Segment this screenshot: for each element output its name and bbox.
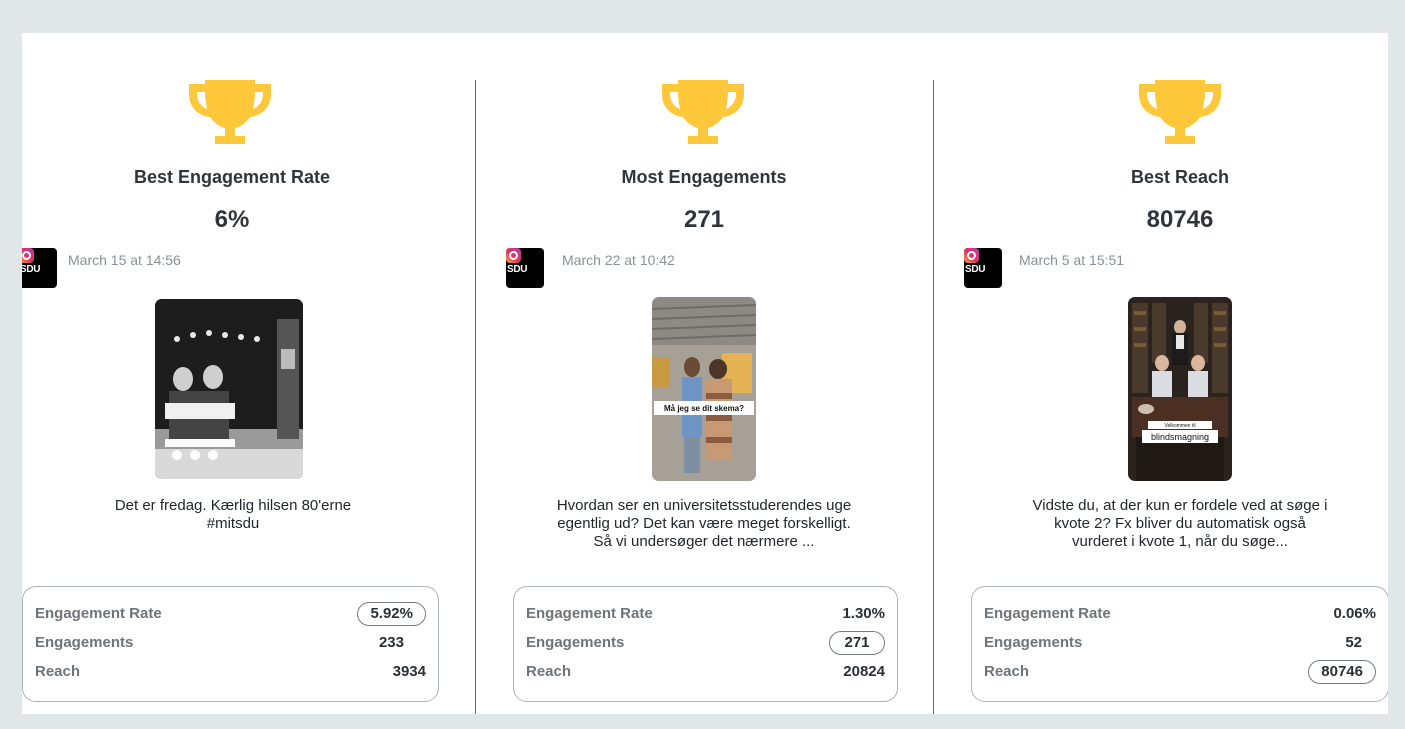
- instagram-icon: [506, 248, 521, 263]
- card-value: 6%: [214, 206, 250, 233]
- top-posts-panel: Best Engagement Rate 6% SDU March 15 at …: [22, 33, 1388, 714]
- card-title: Best Engagement Rate: [133, 167, 331, 187]
- stat-value: 1.30%: [842, 605, 885, 622]
- card-title: Best Reach: [1130, 167, 1230, 187]
- thumbnail-image: Må jeg se dit skema?: [652, 297, 756, 481]
- stat-label: Reach: [35, 663, 81, 680]
- post-date: March 15 at 14:56: [68, 252, 181, 268]
- post-thumbnail[interactable]: Må jeg se dit skema?: [652, 297, 756, 481]
- stat-row-reach: Reach 3934: [35, 661, 426, 683]
- stat-label: Engagements: [984, 634, 1083, 651]
- post-thumbnail[interactable]: [155, 299, 303, 479]
- thumbnail-text-small: Velkommen til: [1164, 423, 1195, 429]
- column-divider: [933, 80, 934, 714]
- thumbnail-text: blindsmagning: [1151, 432, 1209, 442]
- trophy-icon: [1139, 80, 1221, 144]
- stat-row-engagement-rate: Engagement Rate 1.30%: [526, 603, 885, 625]
- stat-label: Reach: [526, 663, 572, 680]
- post-caption: Hvordan ser en universitetsstuderendes u…: [556, 497, 852, 550]
- stat-value-highlighted: 5.92%: [357, 602, 426, 626]
- stats-box: Engagement Rate 5.92% Engagements 233 Re…: [22, 586, 439, 702]
- trophy-icon: [662, 80, 744, 144]
- avatar[interactable]: SDU: [506, 248, 544, 288]
- post-thumbnail[interactable]: Velkommen til blindsmagning: [1128, 297, 1232, 481]
- stat-row-reach: Reach 80746: [984, 660, 1376, 684]
- stat-row-engagements: Engagements 233: [35, 632, 426, 654]
- stat-label: Engagement Rate: [984, 605, 1111, 622]
- stat-value: 52: [1345, 634, 1362, 651]
- stat-label: Engagement Rate: [526, 605, 653, 622]
- card-value: 80746: [1146, 206, 1214, 233]
- avatar-label: SDU: [965, 264, 986, 275]
- avatar[interactable]: SDU: [22, 248, 57, 288]
- avatar-label: SDU: [22, 264, 41, 275]
- avatar-label: SDU: [507, 264, 528, 275]
- post-caption: Det er fredag. Kærlig hilsen 80'erne #mi…: [114, 497, 352, 532]
- post-date: March 22 at 10:42: [562, 252, 675, 268]
- stat-row-engagement-rate: Engagement Rate 5.92%: [35, 602, 426, 626]
- avatar[interactable]: SDU: [964, 248, 1002, 288]
- thumbnail-image: [155, 299, 303, 479]
- stat-label: Engagements: [526, 634, 625, 651]
- column-divider: [475, 80, 476, 714]
- instagram-icon: [22, 248, 34, 263]
- stat-value: 233: [378, 634, 404, 651]
- stat-row-engagement-rate: Engagement Rate 0.06%: [984, 603, 1376, 625]
- stat-value: 20824: [843, 663, 885, 680]
- stat-row-reach: Reach 20824: [526, 661, 885, 683]
- stat-label: Reach: [984, 663, 1030, 680]
- stat-row-engagements: Engagements 52: [984, 632, 1376, 654]
- stat-value-highlighted: 271: [829, 631, 885, 655]
- stat-row-engagements: Engagements 271: [526, 631, 885, 655]
- stat-value-highlighted: 80746: [1308, 660, 1376, 684]
- card-title: Most Engagements: [621, 167, 787, 187]
- stats-box: Engagement Rate 1.30% Engagements 271 Re…: [513, 586, 898, 702]
- stats-box: Engagement Rate 0.06% Engagements 52 Rea…: [971, 586, 1388, 702]
- card-best-engagement-rate: Best Engagement Rate 6% SDU March 15 at …: [22, 33, 442, 714]
- stat-label: Engagement Rate: [35, 605, 162, 622]
- card-best-reach: Best Reach 80746 SDU March 5 at 15:51 Ve…: [964, 33, 1388, 714]
- card-value: 271: [683, 206, 725, 233]
- post-date: March 5 at 15:51: [1019, 252, 1125, 268]
- thumbnail-image: Velkommen til blindsmagning: [1128, 297, 1232, 481]
- thumbnail-text: Må jeg se dit skema?: [664, 404, 744, 413]
- card-most-engagements: Most Engagements 271 SDU March 22 at 10:…: [506, 33, 899, 714]
- post-caption: Vidste du, at der kun er fordele ved at …: [1032, 497, 1328, 550]
- stat-value: 3934: [392, 663, 426, 680]
- stat-label: Engagements: [35, 634, 134, 651]
- trophy-icon: [189, 80, 271, 144]
- instagram-icon: [964, 248, 979, 263]
- stat-value: 0.06%: [1333, 605, 1376, 622]
